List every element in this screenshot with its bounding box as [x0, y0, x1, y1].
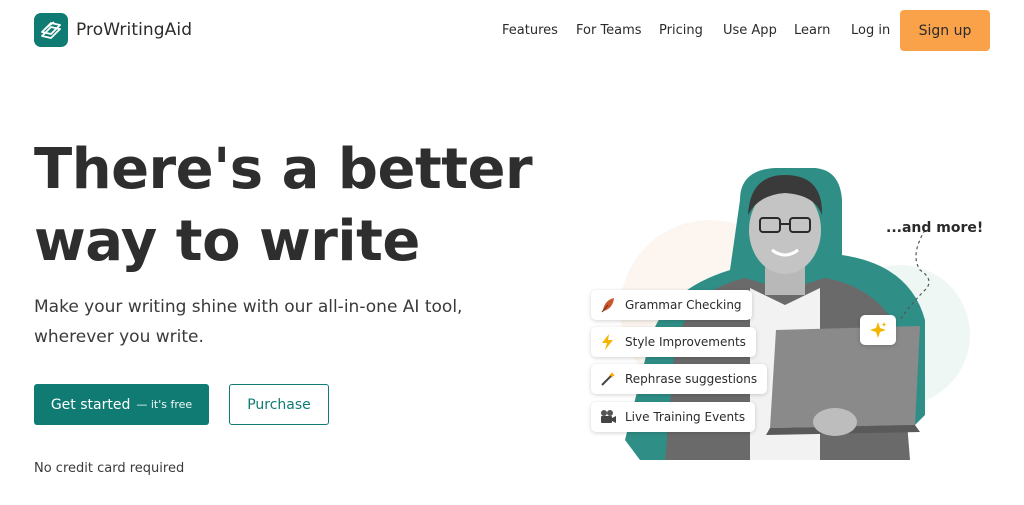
sparkle-icon	[860, 315, 896, 345]
quill-icon	[599, 296, 617, 314]
nav-for-teams[interactable]: For Teams	[576, 23, 642, 38]
feature-label: Rephrase suggestions	[625, 372, 758, 386]
logo[interactable]: ProWritingAid	[34, 13, 192, 47]
feature-label: Style Improvements	[625, 335, 746, 349]
hero-subtitle-line-1: Make your writing shine with our all-in-…	[34, 297, 463, 317]
feature-label: Grammar Checking	[625, 298, 742, 312]
lightning-icon	[599, 333, 617, 351]
logo-text: ProWritingAid	[76, 20, 193, 40]
no-credit-card-note: No credit card required	[34, 461, 185, 476]
hero-subtitle-line-2: wherever you write.	[34, 327, 204, 347]
hero-title-line-1: There's a better	[34, 137, 533, 202]
logo-icon	[34, 13, 68, 47]
nav-log-in[interactable]: Log in	[851, 23, 890, 38]
hero-subtitle: Make your writing shine with our all-in-…	[34, 292, 462, 352]
and-more-label: ...and more!	[886, 220, 984, 236]
site-header: ProWritingAid Features For Teams Pricing…	[0, 0, 1024, 62]
magic-wand-icon	[599, 370, 617, 388]
nav-features[interactable]: Features	[502, 23, 558, 38]
get-started-button[interactable]: Get started — it's free	[34, 384, 209, 425]
get-started-label: Get started	[50, 396, 131, 413]
feature-grammar-checking: Grammar Checking	[591, 290, 752, 320]
feature-style-improvements: Style Improvements	[591, 327, 756, 357]
video-camera-icon	[599, 408, 617, 426]
nav-learn[interactable]: Learn	[794, 23, 830, 38]
purchase-button[interactable]: Purchase	[229, 384, 329, 425]
sign-up-button[interactable]: Sign up	[900, 10, 990, 51]
nav-use-app[interactable]: Use App	[723, 23, 777, 38]
hero-title-line-2: way to write	[34, 209, 420, 274]
feature-live-training-events: Live Training Events	[591, 402, 756, 432]
free-label: — it's free	[136, 398, 193, 411]
hero-title: There's a better way to write	[34, 134, 533, 278]
feature-rephrase-suggestions: Rephrase suggestions	[591, 364, 768, 394]
feature-label: Live Training Events	[625, 410, 746, 424]
nav-pricing[interactable]: Pricing	[659, 23, 703, 38]
